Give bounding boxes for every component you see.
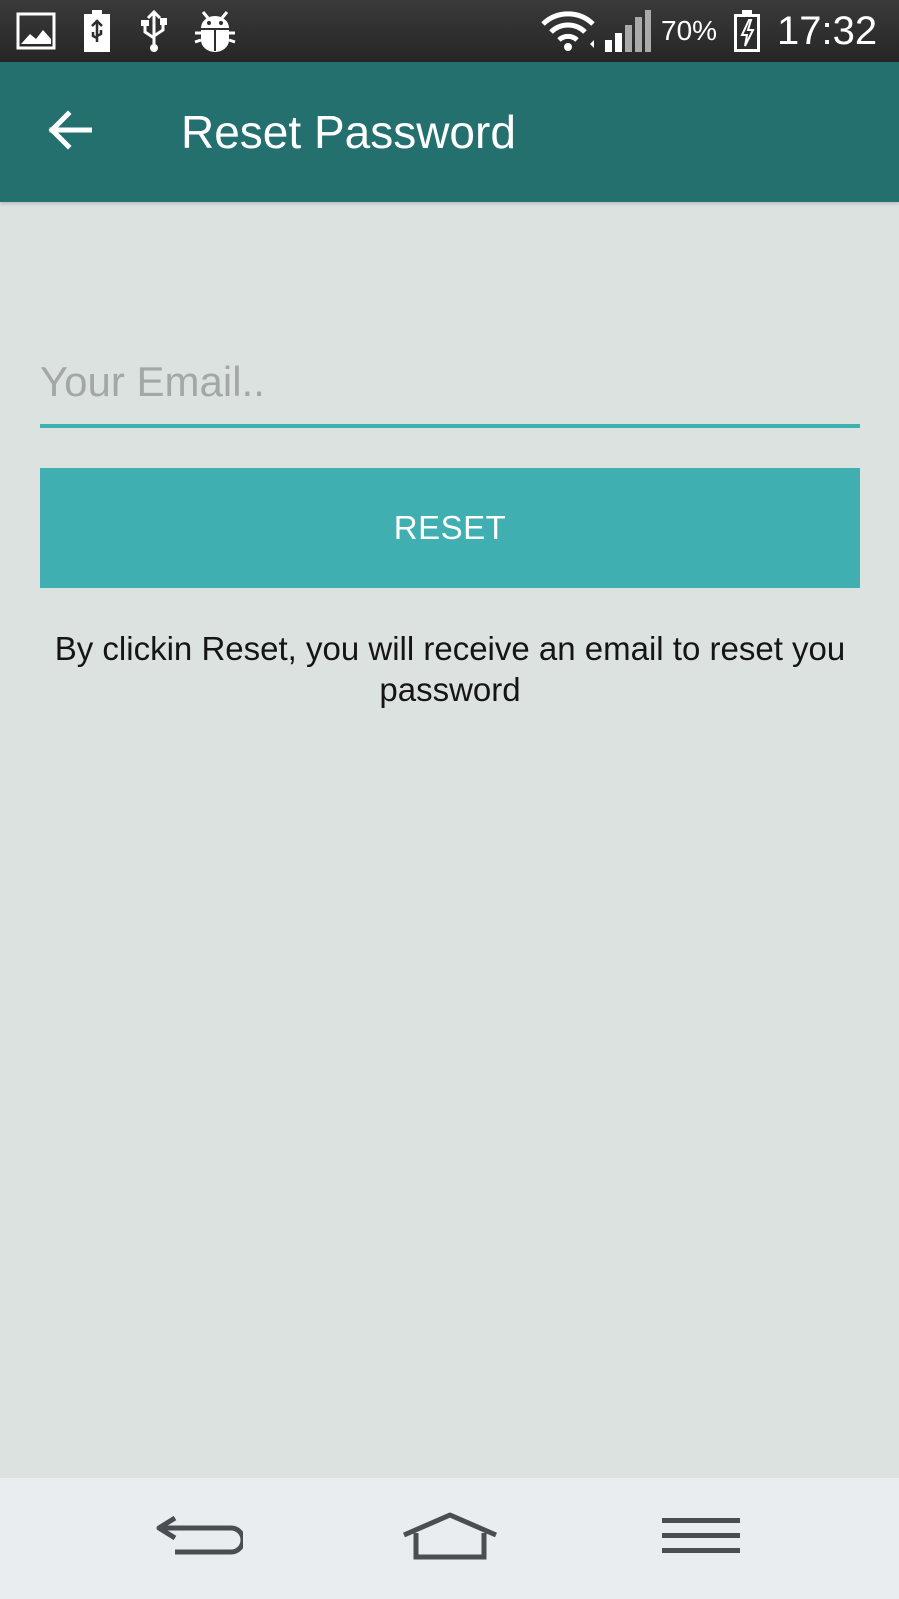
app-bar: Reset Password xyxy=(0,62,899,202)
helper-text: By clickin Reset, you will receive an em… xyxy=(54,630,846,708)
charging-icon xyxy=(733,8,761,54)
home-icon xyxy=(400,1511,500,1566)
battery-percent: 70% xyxy=(661,15,718,46)
arrow-left-icon xyxy=(48,109,93,155)
battery-icon xyxy=(83,8,111,54)
email-field[interactable] xyxy=(40,340,860,428)
back-icon xyxy=(153,1512,246,1565)
reset-button[interactable]: RESET xyxy=(40,468,860,588)
signal-icon xyxy=(604,8,652,54)
system-nav-bar xyxy=(0,1478,899,1599)
page-title: Reset Password xyxy=(181,106,516,158)
nav-home-button[interactable] xyxy=(390,1498,510,1578)
usb-icon xyxy=(140,8,168,54)
status-bar: 70% 17:32 xyxy=(0,0,899,62)
clock-time: 17:32 xyxy=(777,8,878,53)
nav-back-button[interactable] xyxy=(138,1498,258,1578)
back-button[interactable] xyxy=(40,102,100,162)
debug-icon xyxy=(192,8,238,54)
gallery-icon xyxy=(16,8,56,54)
menu-icon xyxy=(661,1516,741,1561)
nav-menu-button[interactable] xyxy=(641,1498,761,1578)
wifi-icon xyxy=(540,8,596,54)
